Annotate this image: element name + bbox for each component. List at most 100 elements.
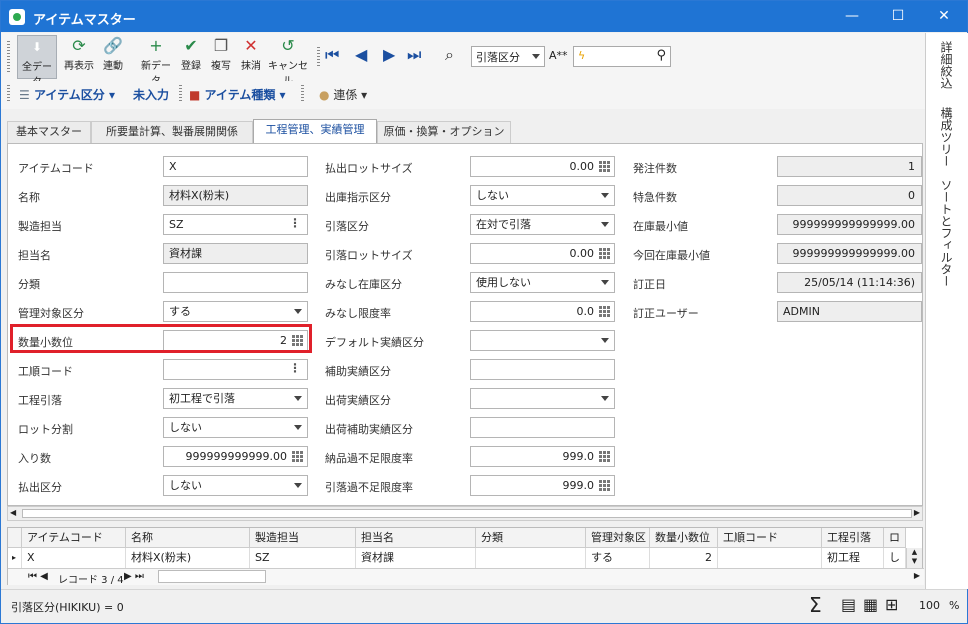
field-input[interactable]: 999.0: [470, 446, 615, 467]
maximize-button[interactable]: ☐: [875, 1, 921, 32]
column-header[interactable]: 管理対象区: [586, 528, 650, 548]
table-vertical-scrollbar[interactable]: ▲ ▼: [906, 548, 922, 568]
column-header[interactable]: 名称: [126, 528, 250, 548]
field-input[interactable]: ⋮: [163, 359, 308, 380]
field-input[interactable]: 初工程で引落: [163, 388, 308, 409]
search-field-combo[interactable]: 引落区分: [471, 46, 545, 67]
more-icon[interactable]: ⋮: [289, 361, 301, 376]
prev-record-icon[interactable]: ◀: [355, 45, 367, 64]
calculator-icon[interactable]: [292, 451, 304, 462]
table-cell[interactable]: [718, 548, 822, 568]
field-input[interactable]: 0.0: [470, 301, 615, 322]
tab-3[interactable]: 原価・換算・オプション: [377, 121, 511, 143]
field-input[interactable]: 0.00: [470, 156, 615, 177]
field-input[interactable]: 999999999999.00: [163, 446, 308, 467]
column-header[interactable]: ロ: [884, 528, 906, 548]
chevron-down-icon[interactable]: [601, 280, 609, 285]
next-record-icon[interactable]: ▶: [383, 45, 395, 64]
field-input[interactable]: X: [163, 156, 308, 177]
column-header[interactable]: 分類: [476, 528, 586, 548]
chevron-down-icon[interactable]: [601, 396, 609, 401]
side-tab-detail-filter[interactable]: 詳細絞込: [938, 41, 955, 89]
minimize-button[interactable]: —: [829, 1, 875, 32]
field-input[interactable]: 使用しない: [470, 272, 615, 293]
toolbar-button-2[interactable]: 🔗 連動: [99, 35, 127, 79]
field-input[interactable]: しない: [163, 475, 308, 496]
tab-2[interactable]: 工程管理、実績管理: [253, 119, 377, 144]
calculator-icon[interactable]: [599, 306, 611, 317]
calculator-icon[interactable]: [599, 248, 611, 259]
chevron-down-icon[interactable]: [294, 396, 302, 401]
field-input[interactable]: 0.00: [470, 243, 615, 264]
column-header[interactable]: アイテムコード: [22, 528, 126, 548]
pager-scroll-thumb[interactable]: [158, 570, 266, 583]
scroll-right-icon[interactable]: ▶: [914, 571, 920, 580]
table-cell[interactable]: 材料X(粉末): [126, 548, 250, 568]
table-cell[interactable]: 初工程で...: [822, 548, 884, 584]
field-input[interactable]: [470, 330, 615, 351]
column-header[interactable]: 工程引落: [822, 528, 884, 548]
field-input[interactable]: SZ ⋮: [163, 214, 308, 235]
chevron-down-icon[interactable]: [294, 483, 302, 488]
first-record-icon[interactable]: ⏮: [325, 45, 339, 65]
column-header[interactable]: 製造担当: [250, 528, 356, 548]
unentered-button[interactable]: 未入力: [133, 86, 169, 103]
column-header[interactable]: 工順コード: [718, 528, 822, 548]
tab-0[interactable]: 基本マスター: [7, 121, 91, 143]
table-cell[interactable]: [476, 548, 586, 568]
table-cell[interactable]: SZ: [250, 548, 356, 568]
calculator-icon[interactable]: [599, 480, 611, 491]
toolbar-button-5[interactable]: ❐ 複写: [207, 35, 235, 79]
column-header[interactable]: 数量小数位: [650, 528, 718, 548]
more-icon[interactable]: ⋮: [289, 216, 301, 231]
calculator-icon[interactable]: [599, 451, 611, 462]
calculator-icon[interactable]: [599, 161, 611, 172]
toolbar-button-3[interactable]: +新データ: [137, 35, 175, 87]
table-cell[interactable]: 資材課: [356, 548, 476, 568]
sigma-icon[interactable]: Σ: [809, 593, 822, 617]
search-icon[interactable]: ⚲: [656, 48, 666, 63]
toolbar-button-1[interactable]: ⟳ 再表示: [61, 35, 97, 79]
scroll-left-icon[interactable]: ◀: [10, 508, 16, 517]
side-tab-structure-tree[interactable]: 構成ツリー: [938, 107, 955, 167]
toolbar-button-6[interactable]: ✕ 抹消: [237, 35, 265, 79]
pager-first-icon[interactable]: ⏮ ◀: [28, 571, 48, 582]
field-input[interactable]: 999.0: [470, 475, 615, 496]
binoculars-icon[interactable]: ⌕: [445, 45, 454, 65]
chevron-down-icon[interactable]: [294, 425, 302, 430]
chevron-down-icon[interactable]: [601, 222, 609, 227]
field-input[interactable]: しない: [163, 417, 308, 438]
scroll-thumb[interactable]: [22, 509, 912, 518]
field-input[interactable]: [470, 388, 615, 409]
tab-1[interactable]: 所要量計算、製番展開関係: [91, 121, 253, 143]
chevron-down-icon[interactable]: [601, 193, 609, 198]
toolbar-button-7[interactable]: ↺キャンセル: [265, 35, 311, 87]
item-class-dropdown[interactable]: ☰ アイテム区分 ▾: [19, 86, 115, 103]
field-input[interactable]: しない: [470, 185, 615, 206]
grid-view-icon[interactable]: ⊞: [885, 595, 898, 614]
detail-view-icon[interactable]: ▦: [863, 595, 878, 614]
table-cell[interactable]: X: [22, 548, 126, 568]
horizontal-scrollbar[interactable]: ◀ ▶: [7, 506, 923, 521]
field-input[interactable]: [163, 272, 308, 293]
relation-dropdown[interactable]: ● 連係 ▾: [319, 86, 367, 103]
last-record-icon[interactable]: ⏭: [407, 45, 421, 65]
toolbar-button-0[interactable]: ⬇全データ: [17, 35, 57, 88]
scroll-right-icon[interactable]: ▶: [914, 508, 920, 517]
table-cell[interactable]: する: [586, 548, 650, 568]
field-input[interactable]: する: [163, 301, 308, 322]
close-button[interactable]: ✕: [921, 1, 967, 32]
chevron-down-icon[interactable]: [601, 338, 609, 343]
table-cell[interactable]: し: [884, 548, 906, 568]
side-tab-sort-filter[interactable]: ソートとフィルター: [938, 179, 955, 287]
toolbar-button-4[interactable]: ✔ 登録: [177, 35, 205, 79]
field-input[interactable]: [470, 417, 615, 438]
column-header[interactable]: 担当名: [356, 528, 476, 548]
field-input[interactable]: 在対で引落: [470, 214, 615, 235]
chevron-down-icon[interactable]: [294, 309, 302, 314]
search-input[interactable]: ϟ ⚲: [573, 46, 671, 67]
pager-next-icon[interactable]: ▶ ⏭: [124, 571, 144, 582]
table-cell[interactable]: 2: [650, 548, 718, 568]
field-input[interactable]: [470, 359, 615, 380]
item-type-dropdown[interactable]: ■ アイテム種類 ▾: [189, 86, 286, 103]
